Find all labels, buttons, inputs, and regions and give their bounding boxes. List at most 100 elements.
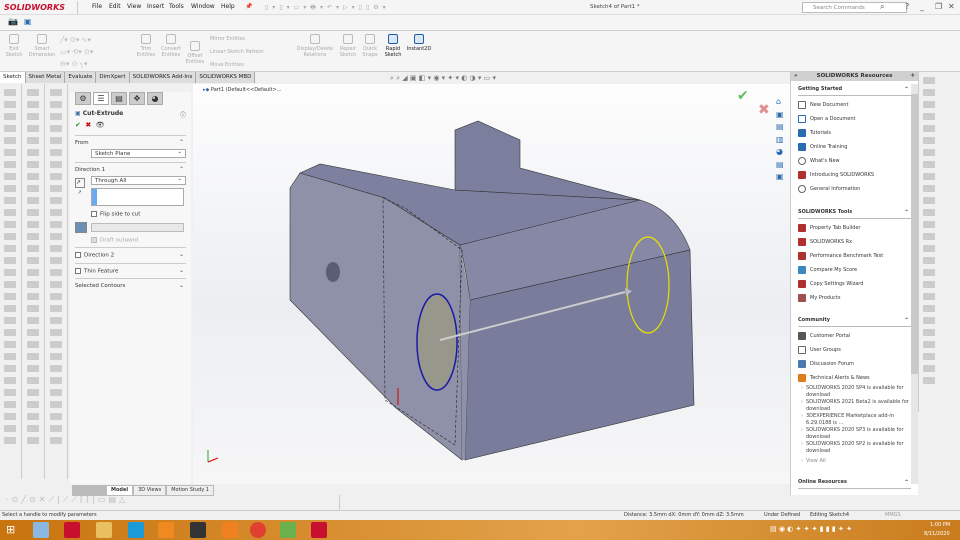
menu-tools[interactable]: Tools bbox=[169, 3, 184, 10]
ok-check-icon[interactable]: ✔ bbox=[75, 121, 81, 129]
tree-item-part1[interactable]: Part1 (Default<<Default>... bbox=[211, 87, 281, 93]
property-manager-tab[interactable]: ☰ bbox=[93, 92, 109, 105]
end-condition-dropdown[interactable]: Through All bbox=[91, 175, 186, 185]
search-commands-input[interactable]: Search Commands bbox=[802, 2, 907, 13]
flip-side-checkbox[interactable]: Flip side to cut bbox=[91, 211, 186, 218]
mirror-entities-button[interactable]: Mirror Entities bbox=[210, 36, 245, 42]
resources-scrollbar[interactable] bbox=[911, 84, 918, 484]
menu-file[interactable]: File bbox=[92, 3, 102, 10]
tab-mbd[interactable]: SOLIDWORKS MBD bbox=[196, 72, 256, 83]
trim-entities-button[interactable]: Trim Entities bbox=[135, 34, 157, 58]
file-explorer-icon[interactable] bbox=[96, 522, 112, 538]
display-manager-tab[interactable]: ◕ bbox=[147, 92, 163, 105]
collapse-icon[interactable]: ⌃ bbox=[179, 139, 184, 146]
selected-contours-section[interactable]: Selected Contours ⌄ bbox=[75, 278, 186, 293]
link-technical-alerts[interactable]: Technical Alerts & News bbox=[798, 371, 911, 385]
link-introducing-solidworks[interactable]: Introducing SOLIDWORKS bbox=[798, 168, 911, 182]
preview-eye-icon[interactable]: 👁 bbox=[96, 121, 105, 129]
news-item[interactable]: SOLIDWORKS 2020 SP4 is available for dow… bbox=[798, 385, 911, 398]
vlc-icon[interactable] bbox=[222, 522, 238, 538]
convert-entities-button[interactable]: Convert Entities bbox=[160, 34, 182, 58]
tab-evaluate[interactable]: Evaluate bbox=[65, 72, 97, 83]
link-my-products[interactable]: My Products bbox=[798, 291, 911, 305]
collapse-icon[interactable]: ⌃ bbox=[179, 166, 184, 173]
sketch-entities-group[interactable]: ╱▾ ⊙▾ ∿▾ ▭▾ ⟲▾ ⊙▾ ⊖▾ ⊙ ╮▾ bbox=[60, 34, 130, 70]
bottom-sketch-toolbar[interactable]: ·⊙╱⊙✕⟋|⟋⟋⌈⌈|▭▤△ bbox=[0, 495, 340, 510]
tab-dimxpert[interactable]: DimXpert bbox=[96, 72, 130, 83]
draft-icon[interactable] bbox=[75, 221, 87, 233]
close-button[interactable]: ✕ bbox=[948, 2, 955, 11]
dimxpert-manager-tab[interactable]: ✥ bbox=[129, 92, 145, 105]
left-toolbar-3[interactable] bbox=[46, 84, 68, 479]
link-solidworks-rx[interactable]: SOLIDWORKS Rx bbox=[798, 235, 911, 249]
system-tray[interactable]: ▤ ◉ ◐ ✦ ✦ ✦ ▮ ▮ ▮ ✦ ✦ bbox=[770, 525, 852, 533]
chrome-icon[interactable] bbox=[250, 522, 266, 538]
menu-help[interactable]: Help bbox=[221, 3, 235, 10]
exit-sketch-button[interactable]: Exit Sketch bbox=[4, 34, 24, 58]
confirm-check-icon[interactable]: ✔ bbox=[737, 88, 749, 104]
menu-view[interactable]: View bbox=[127, 3, 141, 10]
help-icon[interactable]: ? bbox=[905, 2, 909, 11]
quick-access-toolbar[interactable]: ▯▾▯▾▭▾🖶▾↶▾▷▾▯▯⚙▾ bbox=[265, 3, 390, 13]
cancel-x-icon[interactable]: ✖ bbox=[758, 102, 770, 118]
direction-selection-box[interactable] bbox=[91, 188, 184, 206]
display-delete-relations-button[interactable]: Display/Delete Relations bbox=[295, 34, 335, 58]
menu-insert[interactable]: Insert bbox=[147, 3, 164, 10]
news-item[interactable]: SOLIDWORKS 2020 SP2 is available for dow… bbox=[798, 441, 911, 454]
news-item[interactable]: 3DEXPERIENCE Marketplace add-in 6.29.018… bbox=[798, 413, 911, 426]
link-customer-portal[interactable]: Customer Portal bbox=[798, 329, 911, 343]
view-all-link[interactable]: View All bbox=[798, 458, 911, 465]
link-compare-my-score[interactable]: Compare My Score bbox=[798, 263, 911, 277]
windows-start-icon[interactable]: ⊞ bbox=[6, 523, 15, 536]
solidworks-2016-icon[interactable] bbox=[64, 522, 80, 538]
draft-outward-checkbox[interactable]: Draft outward bbox=[91, 236, 186, 243]
model-view[interactable] bbox=[193, 84, 790, 484]
app-c-icon[interactable] bbox=[128, 522, 144, 538]
tab-sketch[interactable]: Sketch bbox=[0, 72, 26, 83]
repair-sketch-button[interactable]: Repair Sketch bbox=[338, 34, 358, 58]
linear-sketch-pattern-button[interactable]: Linear Sketch Pattern bbox=[210, 49, 264, 55]
collapse-icon[interactable]: ⌃ bbox=[904, 209, 909, 216]
link-whats-new[interactable]: What's New bbox=[798, 154, 911, 168]
menu-window[interactable]: Window bbox=[191, 3, 215, 10]
expand-icon[interactable]: ⌄ bbox=[179, 282, 184, 289]
left-toolbar-2[interactable] bbox=[23, 84, 45, 479]
link-user-groups[interactable]: User Groups bbox=[798, 343, 911, 357]
collapse-panel-icon[interactable]: « bbox=[794, 72, 798, 81]
heads-up-view-toolbar[interactable]: ⌕ ⌕ ◢ ▣ ◧ ▾ ◉ ▾ ✦ ▾ ◐ ◑ ▾ ▭ ▾ bbox=[390, 74, 496, 83]
minimize-button[interactable]: _ bbox=[920, 2, 924, 11]
news-item[interactable]: SOLIDWORKS 2020 SP3 is available for dow… bbox=[798, 427, 911, 440]
feature-manager-tab[interactable]: ⚙ bbox=[75, 92, 91, 105]
task-pane-tabs[interactable]: ⌂ ▣ ▤ ▥ ◕ ▤ ▣ bbox=[776, 96, 788, 181]
link-copy-settings-wizard[interactable]: Copy Settings Wizard bbox=[798, 277, 911, 291]
calculator-icon[interactable] bbox=[33, 522, 49, 538]
restore-button[interactable]: ❐ bbox=[935, 2, 942, 11]
configuration-manager-tab[interactable]: ▤ bbox=[111, 92, 127, 105]
graphics-area[interactable] bbox=[193, 84, 790, 484]
cancel-x-icon[interactable]: ✖ bbox=[85, 121, 91, 129]
pin-icon[interactable]: ✈ bbox=[910, 72, 915, 81]
left-toolbar-1[interactable] bbox=[0, 84, 22, 479]
link-performance-benchmark[interactable]: Performance Benchmark Test bbox=[798, 249, 911, 263]
quick-snaps-button[interactable]: Quick Snaps bbox=[361, 34, 379, 58]
solidworks-2017-icon[interactable] bbox=[311, 522, 327, 538]
from-dropdown[interactable]: Sketch Plane bbox=[91, 148, 186, 158]
link-property-tab-builder[interactable]: Property Tab Builder bbox=[798, 221, 911, 235]
instant2d-button[interactable]: Instant2D bbox=[405, 34, 433, 52]
feature-tree-flyout[interactable]: ▸◆ Part1 (Default<<Default>... bbox=[203, 87, 281, 93]
collapse-icon[interactable]: ⌃ bbox=[904, 86, 909, 93]
tab-sheet-metal[interactable]: Sheet Metal bbox=[25, 72, 66, 83]
camera-icon[interactable]: 📷 bbox=[8, 17, 18, 26]
pin-icon[interactable]: 📌 bbox=[245, 3, 252, 10]
move-entities-button[interactable]: Move Entities bbox=[210, 62, 244, 68]
clock-date[interactable]: 8/11/2020 bbox=[924, 531, 950, 537]
expand-icon[interactable]: ⌄ bbox=[179, 251, 184, 258]
app-q-icon[interactable] bbox=[158, 522, 174, 538]
collapse-icon[interactable]: ⌃ bbox=[904, 479, 909, 486]
thin-feature-section[interactable]: Thin Feature ⌄ bbox=[75, 262, 186, 279]
expand-icon[interactable]: ⌄ bbox=[179, 267, 184, 274]
link-general-information[interactable]: General Information bbox=[798, 182, 911, 196]
units-selector[interactable]: MMGS bbox=[885, 511, 901, 520]
search-icon[interactable]: ⌕ bbox=[880, 2, 884, 12]
link-tutorials[interactable]: Tutorials bbox=[798, 126, 911, 140]
